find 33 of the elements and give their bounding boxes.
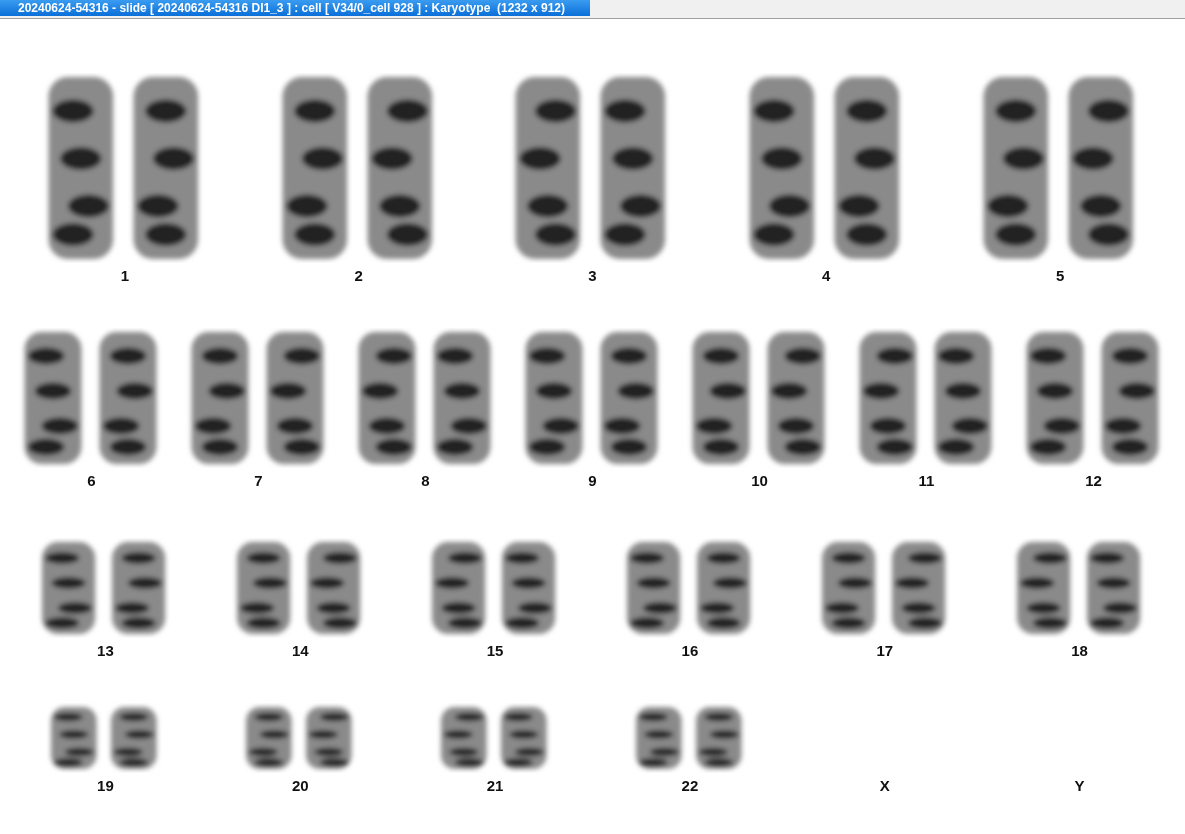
chromosome-drawing [111, 707, 157, 769]
chromosome-number: 3 [588, 267, 597, 284]
chromosome-number: 7 [254, 472, 263, 489]
chromosome-number: 1 [120, 267, 130, 284]
chromosome-number: 13 [97, 642, 114, 659]
chromosome-number: 15 [486, 642, 504, 659]
chromosome-number: 20 [291, 777, 309, 794]
chromosome-number: Y [1074, 777, 1085, 794]
chromosome-number: 18 [1071, 642, 1088, 659]
chromosome-number: 2 [354, 267, 363, 284]
chromosome-drawing [306, 707, 352, 769]
chromosome-number: 5 [1055, 267, 1065, 284]
chromosome-drawing [441, 707, 487, 769]
chromosome-number: 17 [876, 642, 894, 659]
chromosome-number: 19 [97, 777, 114, 794]
chromosome-number: X [879, 777, 890, 794]
chromosome-number: 12 [1085, 472, 1102, 489]
chromosome-number: 16 [681, 642, 699, 659]
chromosome-drawing [51, 707, 97, 769]
chromosome-drawing [635, 707, 682, 769]
chromosome-number: 10 [751, 472, 768, 489]
chromosome-number: 6 [87, 472, 96, 489]
chromosome-number: 11 [918, 472, 935, 489]
chromosome-drawing [695, 707, 742, 769]
chromosome-number: 8 [421, 472, 430, 489]
chromosome-number: 21 [486, 777, 504, 794]
chromosome-number: 9 [588, 472, 597, 489]
chromosome-drawing [501, 707, 547, 769]
chromosome-drawing [246, 707, 292, 769]
window-title: 20240624-54316 - slide [ 20240624-54316 DI1_3 ] : cell [ V34/0_cell 928 ] : Karyotype (1232 x 912) [0, 0, 590, 16]
chromosome-number: 14 [291, 642, 309, 659]
chromosome-number: 4 [822, 267, 831, 284]
chromosome-number: 22 [681, 777, 699, 794]
